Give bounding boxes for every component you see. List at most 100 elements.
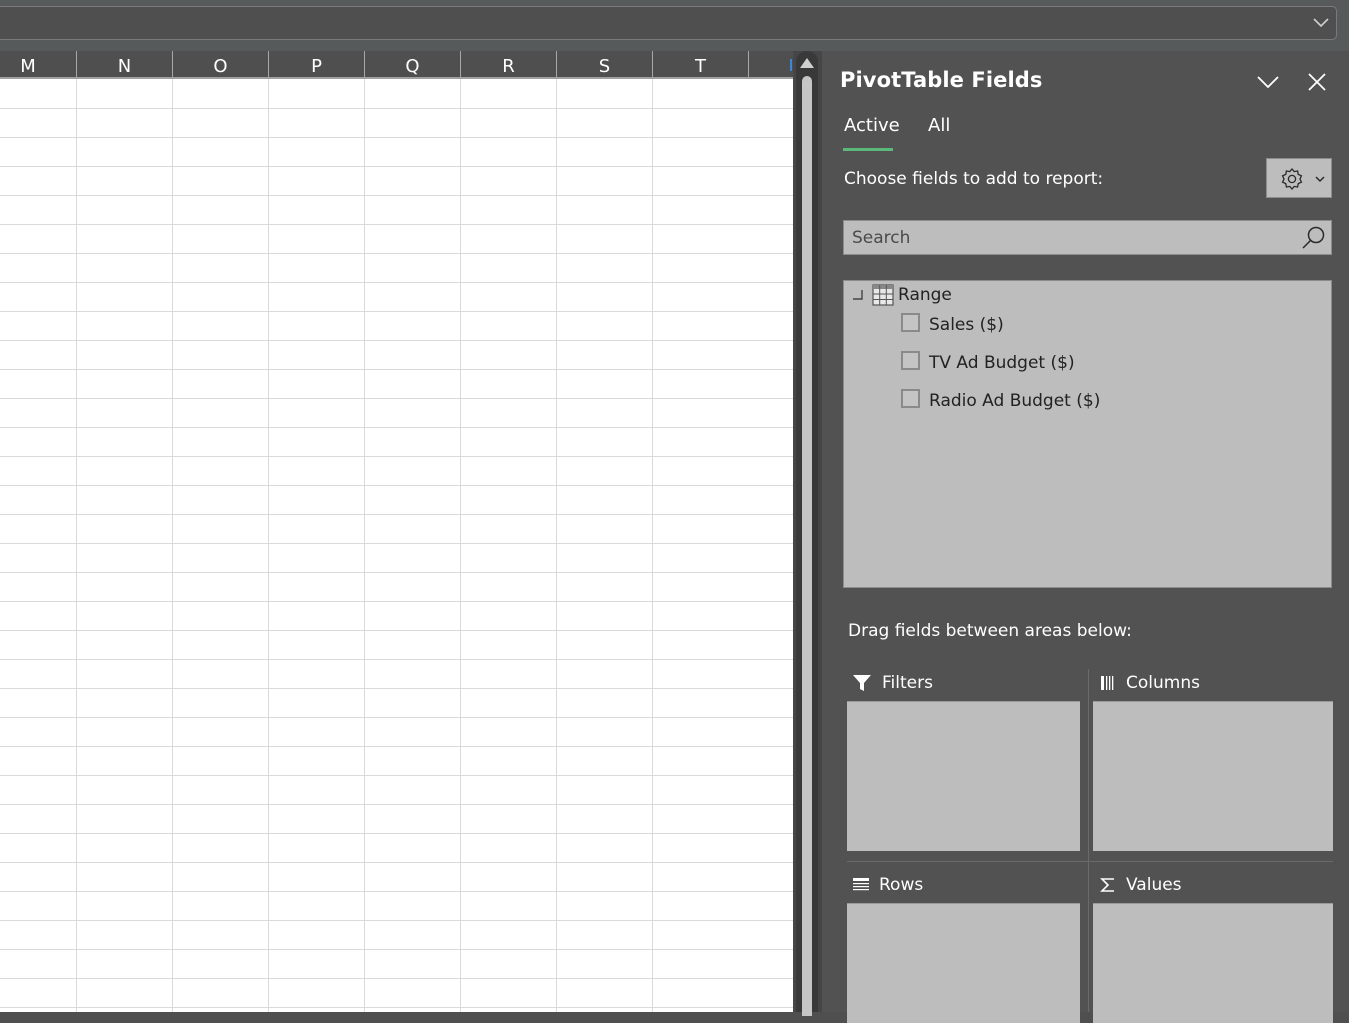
field-label: Radio Ad Budget ($) [929,391,1101,411]
scrollbar-thumb[interactable] [802,76,812,1016]
field-item-tv-ad-budget[interactable]: TV Ad Budget ($) [901,350,1075,376]
tree-node-range[interactable]: Range [852,283,952,307]
column-header[interactable]: P [269,51,365,77]
area-label: Columns [1126,673,1200,693]
row-gridline [0,282,793,283]
scroll-up-arrow-icon[interactable] [800,58,814,68]
row-gridline [0,1007,793,1008]
choose-fields-label: Choose fields to add to report: [844,169,1104,189]
row-gridline [0,137,793,138]
area-header-rows: Rows [853,870,923,900]
field-list: Range Sales ($) TV Ad Budget ($) Radio A… [843,280,1332,588]
row-gridline [0,108,793,109]
filter-icon [853,675,871,691]
column-header-row: M N O P Q R S T [0,51,793,79]
field-settings-button[interactable] [1266,158,1332,198]
area-divider-horizontal [847,861,1333,862]
row-gridline [0,166,793,167]
column-header[interactable]: O [173,51,269,77]
chevron-down-icon[interactable] [1256,72,1280,92]
row-gridline [0,717,793,718]
field-search-box[interactable] [843,220,1332,255]
field-checkbox[interactable] [901,388,920,408]
row-gridline [0,485,793,486]
vertical-scrollbar[interactable] [793,51,822,1016]
table-name-label: Range [898,285,952,305]
column-gridline [76,79,77,1012]
rows-icon [853,878,869,891]
row-gridline [0,311,793,312]
row-gridline [0,543,793,544]
selection-marker [790,59,792,71]
row-gridline [0,601,793,602]
column-gridline [268,79,269,1012]
field-checkbox[interactable] [901,350,920,370]
columns-icon [1101,676,1114,690]
column-header[interactable]: T [653,51,749,77]
cell-grid[interactable] [0,79,793,1012]
row-gridline [0,456,793,457]
area-label: Values [1126,875,1182,895]
row-gridline [0,862,793,863]
row-gridline [0,746,793,747]
column-header[interactable]: S [557,51,653,77]
field-item-sales[interactable]: Sales ($) [901,312,1004,338]
column-gridline [460,79,461,1012]
column-header[interactable]: M [0,51,77,77]
active-tab-indicator [843,148,893,151]
row-gridline [0,514,793,515]
column-header[interactable]: R [461,51,557,77]
table-icon [872,284,894,306]
row-gridline [0,427,793,428]
tab-all[interactable]: All [928,115,950,136]
column-header[interactable]: N [77,51,173,77]
row-gridline [0,804,793,805]
values-drop-zone[interactable] [1093,903,1333,1023]
rows-drop-zone[interactable] [847,903,1080,1023]
close-icon[interactable] [1306,71,1328,93]
row-gridline [0,833,793,834]
row-gridline [0,340,793,341]
columns-drop-zone[interactable] [1093,701,1333,851]
sigma-icon [1100,878,1114,892]
pane-title: PivotTable Fields [840,68,1043,92]
field-item-radio-ad-budget[interactable]: Radio Ad Budget ($) [901,388,1100,414]
tree-collapse-icon[interactable] [852,289,864,301]
column-gridline [172,79,173,1012]
field-label: TV Ad Budget ($) [929,353,1075,373]
column-gridline [652,79,653,1012]
gear-icon [1281,167,1303,191]
row-gridline [0,253,793,254]
column-header-partial[interactable] [749,51,793,77]
area-header-columns: Columns [1100,668,1200,698]
row-gridline [0,775,793,776]
row-gridline [0,398,793,399]
row-gridline [0,659,793,660]
row-gridline [0,891,793,892]
column-header[interactable]: Q [365,51,461,77]
column-gridline [556,79,557,1012]
worksheet[interactable]: M N O P Q R S T [0,51,793,1012]
search-input[interactable] [852,221,1292,254]
field-checkbox[interactable] [901,312,920,332]
row-gridline [0,369,793,370]
row-gridline [0,630,793,631]
row-gridline [0,949,793,950]
row-gridline [0,978,793,979]
area-label: Filters [882,673,933,693]
formula-bar[interactable] [0,6,1337,40]
row-gridline [0,195,793,196]
row-gridline [0,224,793,225]
chevron-down-icon[interactable] [1312,15,1330,29]
area-header-filters: Filters [852,668,933,698]
field-label: Sales ($) [929,315,1004,335]
search-icon[interactable] [1301,225,1327,251]
column-gridline [364,79,365,1012]
area-divider-vertical [1088,669,1089,1012]
tab-active[interactable]: Active [844,115,900,136]
filters-drop-zone[interactable] [847,701,1080,851]
pivottable-fields-pane: PivotTable Fields Active All Choose fiel… [822,51,1349,1023]
formula-bar-area [0,0,1349,51]
area-header-values: Values [1100,870,1182,900]
row-gridline [0,688,793,689]
